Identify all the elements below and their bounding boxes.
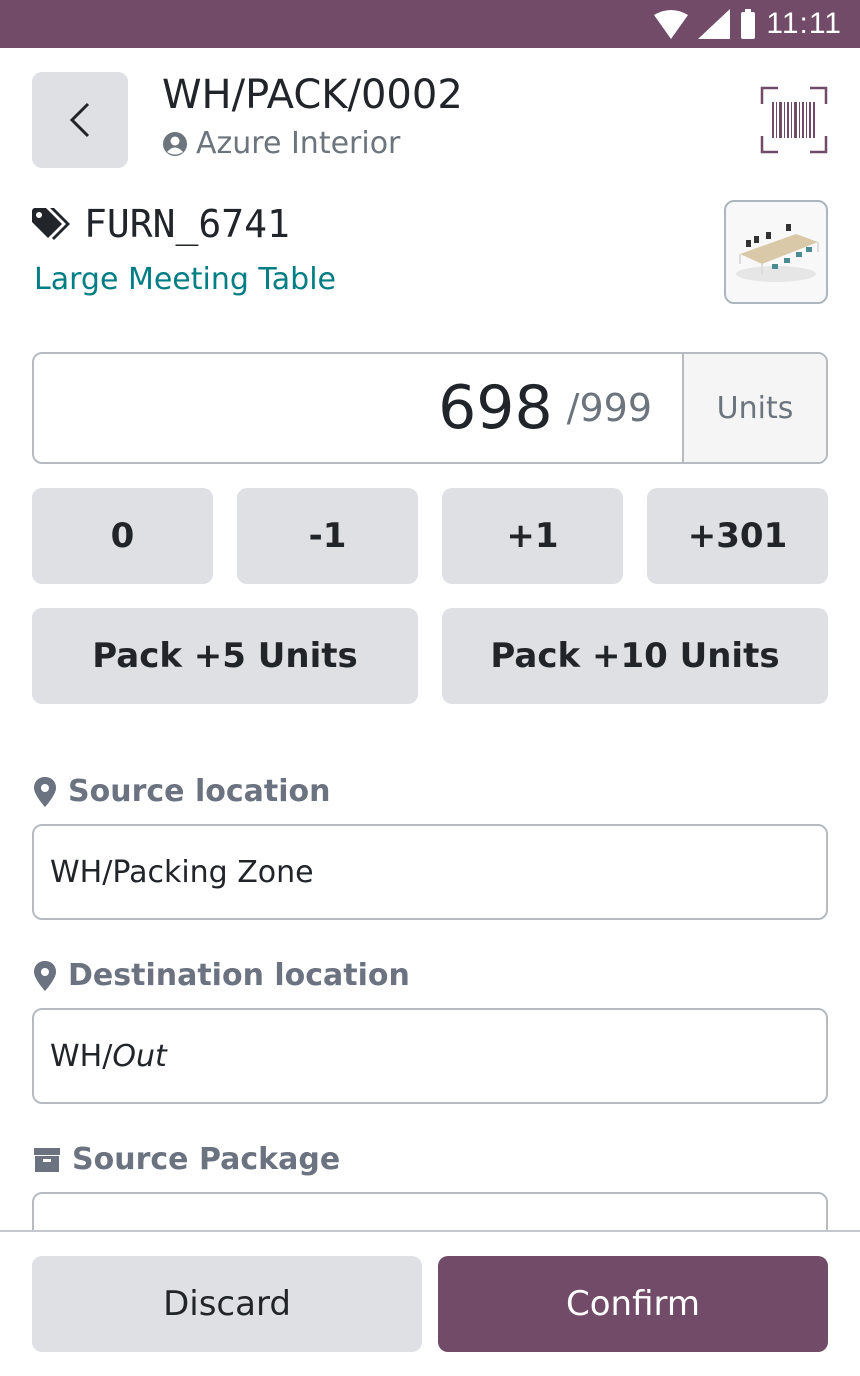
tags-icon [32,208,70,240]
product-image[interactable] [724,200,828,304]
product-code-text: FURN_6741 [84,202,290,246]
back-button[interactable] [32,72,128,168]
pack-5-button[interactable]: Pack +5 Units [32,608,418,704]
quantity-field[interactable]: 698 /999 Units [32,352,828,464]
status-time: 11:11 [766,7,842,40]
quantity-max: /999 [566,386,652,430]
destination-prefix: WH/ [50,1038,113,1074]
chevron-left-icon [69,102,90,138]
partner: Azure Interior [162,126,400,161]
fill-remaining-button[interactable]: +301 [647,488,828,584]
user-circle-icon [163,131,187,156]
wifi-icon [654,10,689,39]
meeting-table-image [736,224,819,282]
page-title: WH/PACK/0002 [162,72,463,118]
battery-icon [741,9,756,39]
discard-button[interactable]: Discard [32,1256,422,1352]
barcode-scanner-button[interactable] [760,86,828,154]
quantity-value: 698 [438,373,553,443]
barcode-scanner-icon [760,86,828,154]
partner-name: Azure Interior [196,126,401,161]
increment-button[interactable]: +1 [442,488,623,584]
source-location-input[interactable]: WH/Packing Zone [32,824,828,920]
map-marker-icon [34,776,56,807]
set-zero-button[interactable]: 0 [32,488,213,584]
destination-name: Out [112,1038,167,1074]
pack-10-button[interactable]: Pack +10 Units [442,608,828,704]
quantity-input[interactable]: 698 /999 [34,354,682,462]
confirm-button[interactable]: Confirm [438,1256,828,1352]
source-package-label: Source Package [34,1142,340,1177]
destination-location-label: Destination location [34,958,410,993]
status-bar: 11:11 [0,0,860,48]
product-name-link[interactable]: Large Meeting Table [34,262,336,297]
uom-label: Units [682,354,826,462]
archive-icon [34,1147,60,1172]
source-location-label: Source location [34,774,330,809]
map-marker-icon [34,960,56,991]
product-code: FURN_6741 [32,202,290,246]
status-icons: 11:11 [654,6,842,42]
signal-icon [698,9,731,39]
destination-location-input[interactable]: WH/Out [32,1008,828,1104]
decrement-button[interactable]: -1 [237,488,418,584]
